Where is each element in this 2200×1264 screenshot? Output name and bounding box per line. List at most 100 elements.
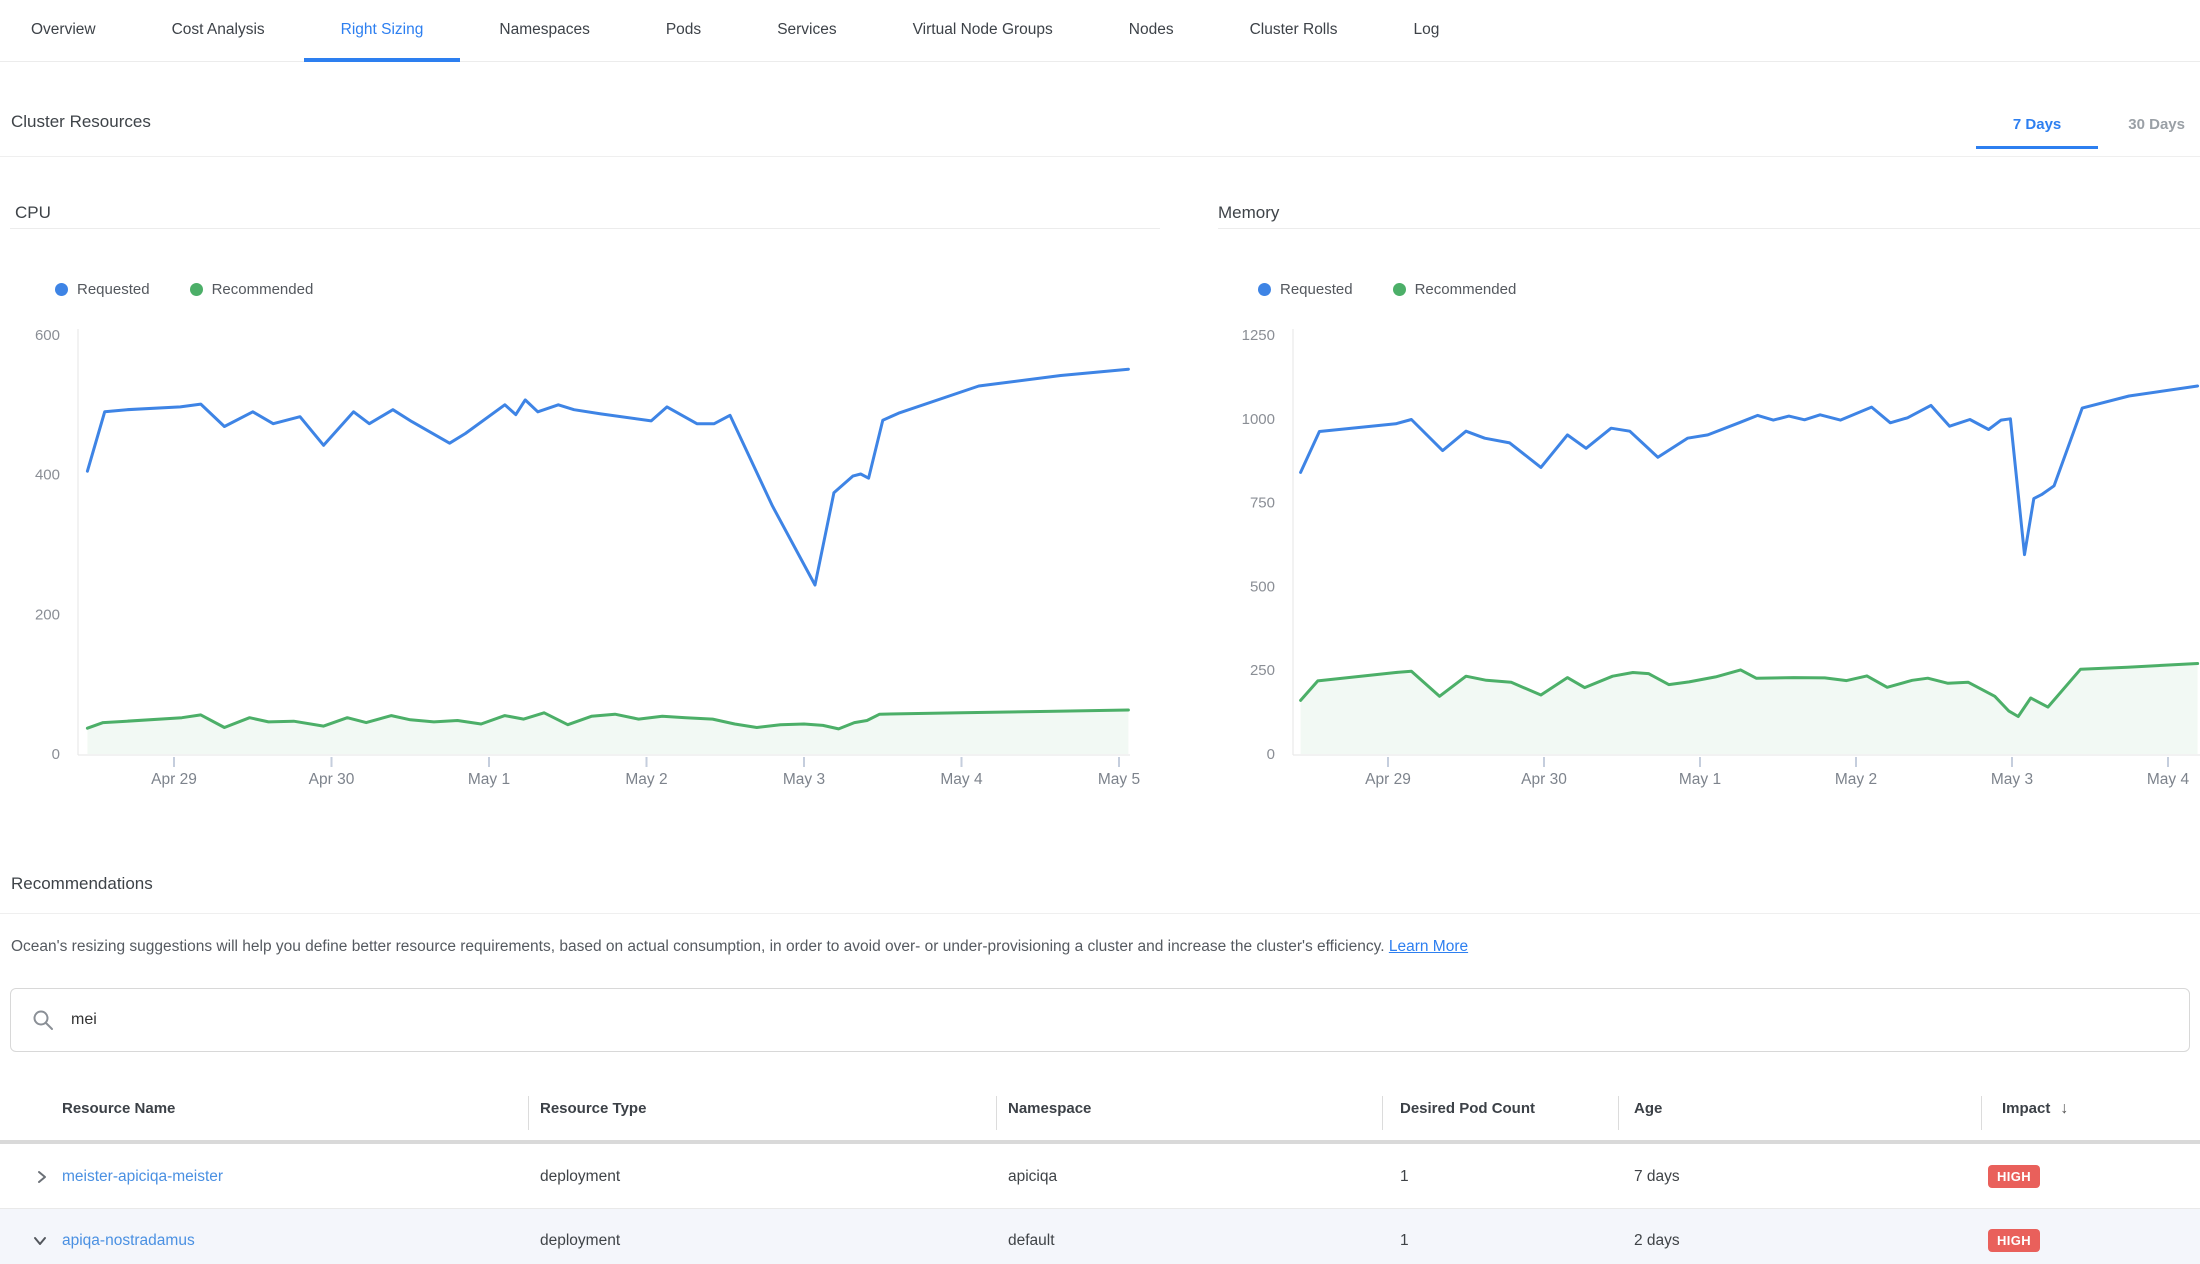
memory-title-divider xyxy=(1218,228,2200,229)
cpu-legend-requested: Requested xyxy=(55,281,150,298)
table-row[interactable]: meister-apiciqa-meister deployment apici… xyxy=(0,1145,2200,1209)
impact-cell: HIGH xyxy=(1988,1145,2040,1208)
memory-chart-title: Memory xyxy=(1218,203,1279,223)
col-resource-name[interactable]: Resource Name xyxy=(62,1100,175,1117)
memory-legend: Requested Recommended xyxy=(1258,281,1516,298)
svg-text:0: 0 xyxy=(1267,746,1275,763)
recommendations-title: Recommendations xyxy=(11,874,153,894)
svg-text:200: 200 xyxy=(35,606,60,623)
resource-name-link[interactable]: apiqa-nostradamus xyxy=(62,1209,195,1264)
svg-text:250: 250 xyxy=(1250,662,1275,679)
column-separator xyxy=(1382,1096,1383,1130)
table-header-band xyxy=(0,1140,2200,1144)
col-impact[interactable]: Impact ↓ xyxy=(2002,1100,2068,1118)
namespace-cell: apiciqa xyxy=(1008,1145,1057,1208)
svg-text:May 1: May 1 xyxy=(1679,771,1721,788)
search-box[interactable] xyxy=(10,988,2190,1052)
recommended-dot-icon xyxy=(1393,283,1406,296)
svg-text:400: 400 xyxy=(35,467,60,484)
legend-label: Requested xyxy=(77,281,150,298)
svg-text:May 4: May 4 xyxy=(2147,771,2190,788)
tab-cluster-rolls[interactable]: Cluster Rolls xyxy=(1250,0,1338,62)
column-separator xyxy=(1618,1096,1619,1130)
svg-text:Apr 30: Apr 30 xyxy=(1521,771,1567,788)
recommended-dot-icon xyxy=(190,283,203,296)
cpu-chart-title: CPU xyxy=(15,203,51,223)
svg-text:750: 750 xyxy=(1250,495,1275,512)
legend-label: Recommended xyxy=(1415,281,1517,298)
impact-badge-high: HIGH xyxy=(1988,1229,2040,1252)
svg-text:May 5: May 5 xyxy=(1098,771,1140,788)
svg-text:1250: 1250 xyxy=(1242,327,1275,344)
right-sizing-page: Overview Cost Analysis Right Sizing Name… xyxy=(0,0,2200,1264)
impact-cell: HIGH xyxy=(1988,1209,2040,1264)
description-text: Ocean's resizing suggestions will help y… xyxy=(11,938,1385,955)
tab-pods[interactable]: Pods xyxy=(666,0,701,62)
recommendations-description: Ocean's resizing suggestions will help y… xyxy=(11,938,1468,956)
tab-virtual-node-groups[interactable]: Virtual Node Groups xyxy=(913,0,1053,62)
cpu-legend: Requested Recommended xyxy=(55,281,313,298)
recommendations-divider xyxy=(0,913,2200,914)
tab-overview[interactable]: Overview xyxy=(31,0,96,62)
cpu-legend-recommended: Recommended xyxy=(190,281,314,298)
cpu-title-divider xyxy=(10,228,1160,229)
requested-dot-icon xyxy=(1258,283,1271,296)
age-cell: 7 days xyxy=(1634,1145,1680,1208)
search-input[interactable] xyxy=(69,1010,1273,1030)
column-separator xyxy=(1981,1096,1982,1130)
namespace-cell: default xyxy=(1008,1209,1055,1264)
tab-cost-analysis[interactable]: Cost Analysis xyxy=(172,0,265,62)
tab-services[interactable]: Services xyxy=(777,0,836,62)
memory-legend-recommended: Recommended xyxy=(1393,281,1517,298)
requested-dot-icon xyxy=(55,283,68,296)
pod-count-cell: 1 xyxy=(1400,1145,1409,1208)
svg-text:May 3: May 3 xyxy=(783,771,825,788)
chevron-down-icon[interactable] xyxy=(32,1209,48,1264)
impact-badge-high: HIGH xyxy=(1988,1165,2040,1188)
cluster-resources-title: Cluster Resources xyxy=(11,112,151,132)
svg-text:Apr 29: Apr 29 xyxy=(151,771,197,788)
column-separator xyxy=(528,1096,529,1130)
tab-nodes[interactable]: Nodes xyxy=(1129,0,1174,62)
learn-more-link[interactable]: Learn More xyxy=(1389,938,1468,955)
svg-text:500: 500 xyxy=(1250,578,1275,595)
col-namespace[interactable]: Namespace xyxy=(1008,1100,1091,1117)
resource-type-cell: deployment xyxy=(540,1145,620,1208)
table-header: Resource Name Resource Type Namespace De… xyxy=(0,1088,2200,1140)
svg-text:May 2: May 2 xyxy=(1835,771,1877,788)
chevron-right-icon[interactable] xyxy=(34,1145,50,1208)
search-icon xyxy=(31,1008,55,1032)
range-7-days[interactable]: 7 Days xyxy=(1976,113,2098,149)
section-divider xyxy=(0,156,2200,157)
column-separator xyxy=(996,1096,997,1130)
tab-namespaces[interactable]: Namespaces xyxy=(499,0,589,62)
col-desired-pod-count[interactable]: Desired Pod Count xyxy=(1400,1100,1535,1117)
svg-text:May 4: May 4 xyxy=(940,771,983,788)
memory-legend-requested: Requested xyxy=(1258,281,1353,298)
svg-text:Apr 30: Apr 30 xyxy=(309,771,355,788)
col-age[interactable]: Age xyxy=(1634,1100,1662,1117)
resource-type-cell: deployment xyxy=(540,1209,620,1264)
tab-log[interactable]: Log xyxy=(1413,0,1439,62)
svg-text:May 2: May 2 xyxy=(625,771,667,788)
svg-text:May 3: May 3 xyxy=(1991,771,2033,788)
legend-label: Recommended xyxy=(212,281,314,298)
range-30-days[interactable]: 30 Days xyxy=(2128,113,2185,149)
svg-text:May 1: May 1 xyxy=(468,771,510,788)
tab-right-sizing[interactable]: Right Sizing xyxy=(341,0,424,62)
svg-text:1000: 1000 xyxy=(1242,411,1275,428)
legend-label: Requested xyxy=(1280,281,1353,298)
col-resource-type[interactable]: Resource Type xyxy=(540,1100,646,1117)
cpu-chart: 0 200 400 600 Apr 29 Apr 30 May 1 May 2 May 3 May… xyxy=(10,320,1160,803)
resource-name-link[interactable]: meister-apiciqa-meister xyxy=(62,1145,223,1208)
table-row[interactable]: apiqa-nostradamus deployment default 1 2… xyxy=(0,1209,2200,1264)
svg-text:Apr 29: Apr 29 xyxy=(1365,771,1411,788)
memory-chart: 0 250 500 750 1000 1250 Apr 29 Apr 30 May 1 May 2… xyxy=(1218,320,2200,803)
impact-label: Impact xyxy=(2002,1100,2050,1117)
pod-count-cell: 1 xyxy=(1400,1209,1409,1264)
svg-text:0: 0 xyxy=(52,746,60,763)
age-cell: 2 days xyxy=(1634,1209,1680,1264)
svg-text:600: 600 xyxy=(35,327,60,344)
tab-bar: Overview Cost Analysis Right Sizing Name… xyxy=(0,0,2200,62)
sort-desc-icon[interactable]: ↓ xyxy=(2060,1100,2068,1117)
